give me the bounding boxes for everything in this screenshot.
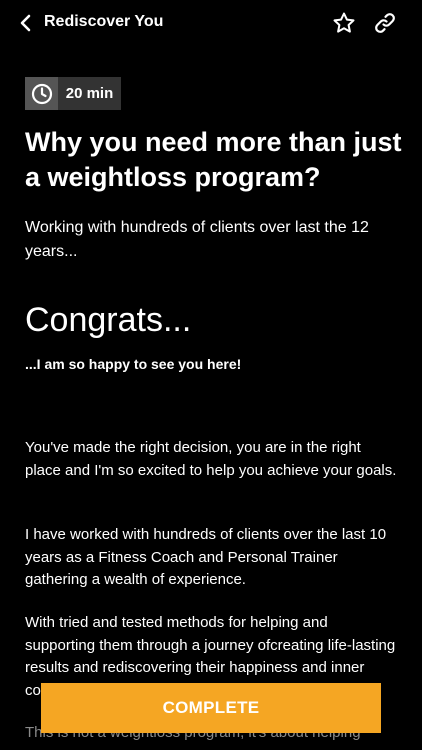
duration-badge: 20 min (25, 77, 121, 110)
duration-label: 20 min (65, 85, 114, 102)
content-paragraph: You've made the right decision, you are … (25, 439, 397, 479)
duration-icon-box (25, 77, 58, 110)
complete-button[interactable]: COMPLETE (41, 683, 381, 733)
content-paragraph: I have worked with hundreds of clients o… (25, 526, 387, 589)
star-outline-icon (333, 12, 355, 33)
link-icon (375, 13, 395, 33)
page-header-title: Rediscover You (44, 13, 164, 30)
content-lead: ...I am so happy to see you here! (25, 356, 242, 372)
article-title: Why you need more than just a weightloss… (25, 127, 402, 192)
article-subtitle: Working with hundreds of clients over la… (25, 219, 369, 260)
share-link-button[interactable] (372, 10, 398, 36)
top-bar: Rediscover You (0, 0, 422, 46)
back-button[interactable] (14, 11, 38, 35)
clock-icon (31, 83, 52, 104)
favorite-button[interactable] (331, 10, 357, 36)
content-heading: Congrats... (25, 301, 192, 339)
chevron-left-icon (20, 14, 31, 32)
